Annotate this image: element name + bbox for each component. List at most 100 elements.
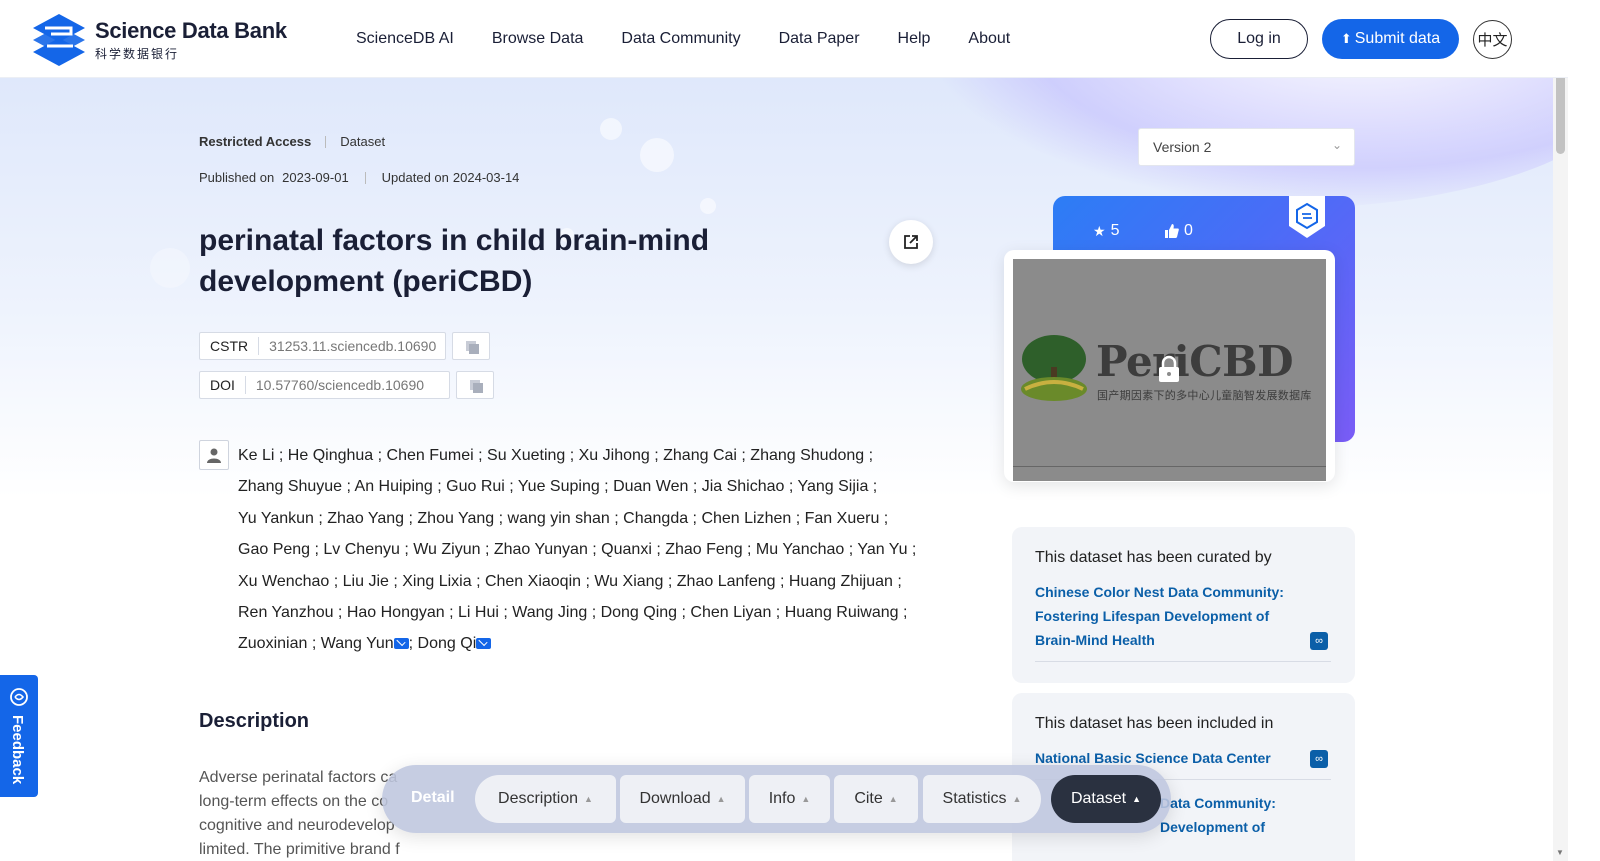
chevron-down-icon: ⌄ (1331, 138, 1342, 152)
chevron-up-icon: ▲ (888, 794, 898, 804)
molecule-decoration (640, 138, 674, 172)
dates-row: Published on 2023-09-01 Updated on 2024-… (199, 170, 519, 185)
curated-link-line: Fostering Lifespan Development of (1035, 608, 1270, 624)
author-line-last: Zuoxinian ; Wang Yun ; Dong Qi (238, 628, 928, 659)
main-nav: ScienceDB AI Browse Data Data Community … (356, 0, 1048, 78)
access-label: Restricted Access (199, 134, 312, 149)
email-icon[interactable] (476, 638, 492, 650)
submit-data-button[interactable]: ⬆ Submit data (1322, 19, 1459, 59)
chevron-up-icon: ▲ (801, 794, 811, 804)
page-scrollbar[interactable]: ▲ ▼ (1553, 0, 1568, 861)
meta-divider (325, 135, 327, 148)
version-select[interactable]: Version 2 ⌄ (1138, 128, 1355, 166)
author-line[interactable]: Ke Li ; He Qinghua ; Chen Fumei ; Su Xue… (238, 440, 928, 471)
stars-count: 5 (1110, 222, 1120, 239)
access-row: Restricted Access Dataset (199, 134, 385, 149)
version-value: Version 2 (1153, 139, 1212, 155)
link-icon[interactable]: ∞ (1310, 632, 1328, 650)
updated-date: 2024-03-14 (452, 170, 520, 185)
likes-count: 0 (1184, 222, 1193, 239)
login-button[interactable]: Log in (1210, 19, 1308, 59)
cstr-label: CSTR (200, 337, 260, 355)
molecule-decoration (600, 118, 622, 140)
nav-sciencedb-ai[interactable]: ScienceDB AI (356, 30, 454, 48)
tab-label: Description (498, 790, 579, 807)
panel-divider (1035, 661, 1331, 662)
chevron-up-icon: ▲ (584, 794, 593, 804)
tab-download[interactable]: Download ▲ (620, 775, 745, 823)
tab-dataset[interactable]: Dataset ▲ (1051, 775, 1161, 823)
logo-mark-icon (33, 14, 85, 66)
curated-community-link[interactable]: Chinese Color Nest Data Community: Foste… (1035, 580, 1331, 652)
tab-detail[interactable]: Detail (411, 789, 455, 807)
top-header: Science Data Bank 科学数据银行 ScienceDB AI Br… (0, 0, 1568, 78)
included-link-line: Data Community: (1160, 795, 1276, 811)
nav-help[interactable]: Help (898, 30, 931, 48)
nav-about[interactable]: About (968, 30, 1010, 48)
cstr-box: CSTR 31253.11.sciencedb.10690 (199, 332, 446, 360)
cover-divider (1013, 466, 1326, 467)
author-names[interactable]: Zuoxinian ; Wang Yun (238, 635, 394, 652)
doi-label: DOI (200, 376, 246, 394)
curated-link-line: Chinese Color Nest Data Community: (1035, 584, 1284, 600)
published-date: 2023-09-01 (282, 170, 349, 185)
cover-title: PeriCBD (1096, 337, 1294, 386)
dataset-cover-card[interactable]: PeriCBD 国产期因素下的多中心儿童脑智发展数据库 (1004, 250, 1335, 482)
author-names[interactable]: ; Dong Qi (409, 635, 477, 652)
tab-description[interactable]: Description ▲ (475, 775, 616, 823)
author-line[interactable]: Zhang Shuyue ; An Huiping ; Guo Rui ; Yu… (238, 471, 928, 502)
link-icon[interactable]: ∞ (1310, 750, 1328, 768)
meta-divider (364, 171, 366, 184)
feedback-label: Feedback (9, 715, 26, 785)
doi-value[interactable]: 10.57760/sciencedb.10690 (246, 377, 434, 393)
brand-name-cn: 科学数据银行 (95, 47, 180, 61)
certified-badge-icon (1289, 196, 1325, 238)
doi-box: DOI 10.57760/sciencedb.10690 (199, 371, 450, 399)
email-icon[interactable] (393, 638, 409, 650)
author-line[interactable]: Yu Yankun ; Zhao Yang ; Zhou Yang ; wang… (238, 503, 928, 534)
tab-label: Download (639, 790, 711, 807)
chevron-up-icon: ▲ (1132, 794, 1142, 804)
author-line[interactable]: Xu Wenchao ; Liu Jie ; Xing Lixia ; Chen… (238, 566, 928, 597)
brand-name: Science Data Bank (95, 18, 287, 43)
description-heading: Description (199, 710, 310, 732)
included-community-link[interactable]: Data Community: Development of (1160, 791, 1340, 839)
scroll-down-icon[interactable]: ▼ (1556, 848, 1564, 857)
tab-info[interactable]: Info ▲ (749, 775, 830, 823)
stars-stat[interactable]: ★ 5 (1093, 222, 1119, 240)
thumbs-up-icon (1165, 224, 1179, 238)
upload-icon: ⬆ (1340, 31, 1352, 46)
nav-data-community[interactable]: Data Community (621, 30, 740, 48)
included-heading: This dataset has been included in (1035, 715, 1274, 732)
author-line[interactable]: Gao Peng ; Lv Chenyu ; Wu Ziyun ; Zhao Y… (238, 534, 928, 565)
nav-data-paper[interactable]: Data Paper (779, 30, 860, 48)
star-icon: ★ (1093, 222, 1106, 239)
nav-browse-data[interactable]: Browse Data (492, 30, 584, 48)
dataset-cover-image: PeriCBD 国产期因素下的多中心儿童脑智发展数据库 (1013, 259, 1326, 481)
share-button[interactable] (889, 220, 933, 264)
feedback-tab[interactable]: Feedback (0, 675, 38, 797)
tab-label: Statistics (942, 790, 1007, 807)
copy-doi-button[interactable] (456, 371, 494, 399)
tree-logo-icon (1021, 335, 1087, 401)
likes-stat[interactable]: 0 (1165, 222, 1193, 240)
tab-label: Cite (854, 790, 883, 807)
copy-cstr-button[interactable] (452, 332, 490, 360)
site-logo[interactable]: Science Data Bank 科学数据银行 (31, 12, 287, 68)
curated-link-line: Brain-Mind Health (1035, 632, 1155, 648)
published-label: Published on (199, 170, 275, 185)
cstr-value[interactable]: 31253.11.sciencedb.10690 (259, 338, 446, 354)
chevron-up-icon: ▲ (1012, 794, 1022, 804)
chevron-up-icon: ▲ (716, 794, 726, 804)
language-toggle[interactable]: 中文 (1473, 20, 1512, 59)
dataset-title: perinatal factors in child brain-mind de… (199, 224, 710, 298)
submit-data-label: Submit data (1354, 30, 1441, 47)
molecule-decoration (700, 198, 716, 214)
tab-statistics[interactable]: Statistics ▲ (923, 775, 1041, 823)
copy-icon (466, 341, 479, 354)
tab-label: Info (768, 790, 796, 807)
curated-by-panel: This dataset has been curated by Chinese… (1012, 527, 1355, 683)
tab-cite[interactable]: Cite ▲ (834, 775, 918, 823)
author-line[interactable]: Ren Yanzhou ; Hao Hongyan ; Li Hui ; Wan… (238, 597, 928, 628)
lock-icon (1159, 355, 1179, 382)
